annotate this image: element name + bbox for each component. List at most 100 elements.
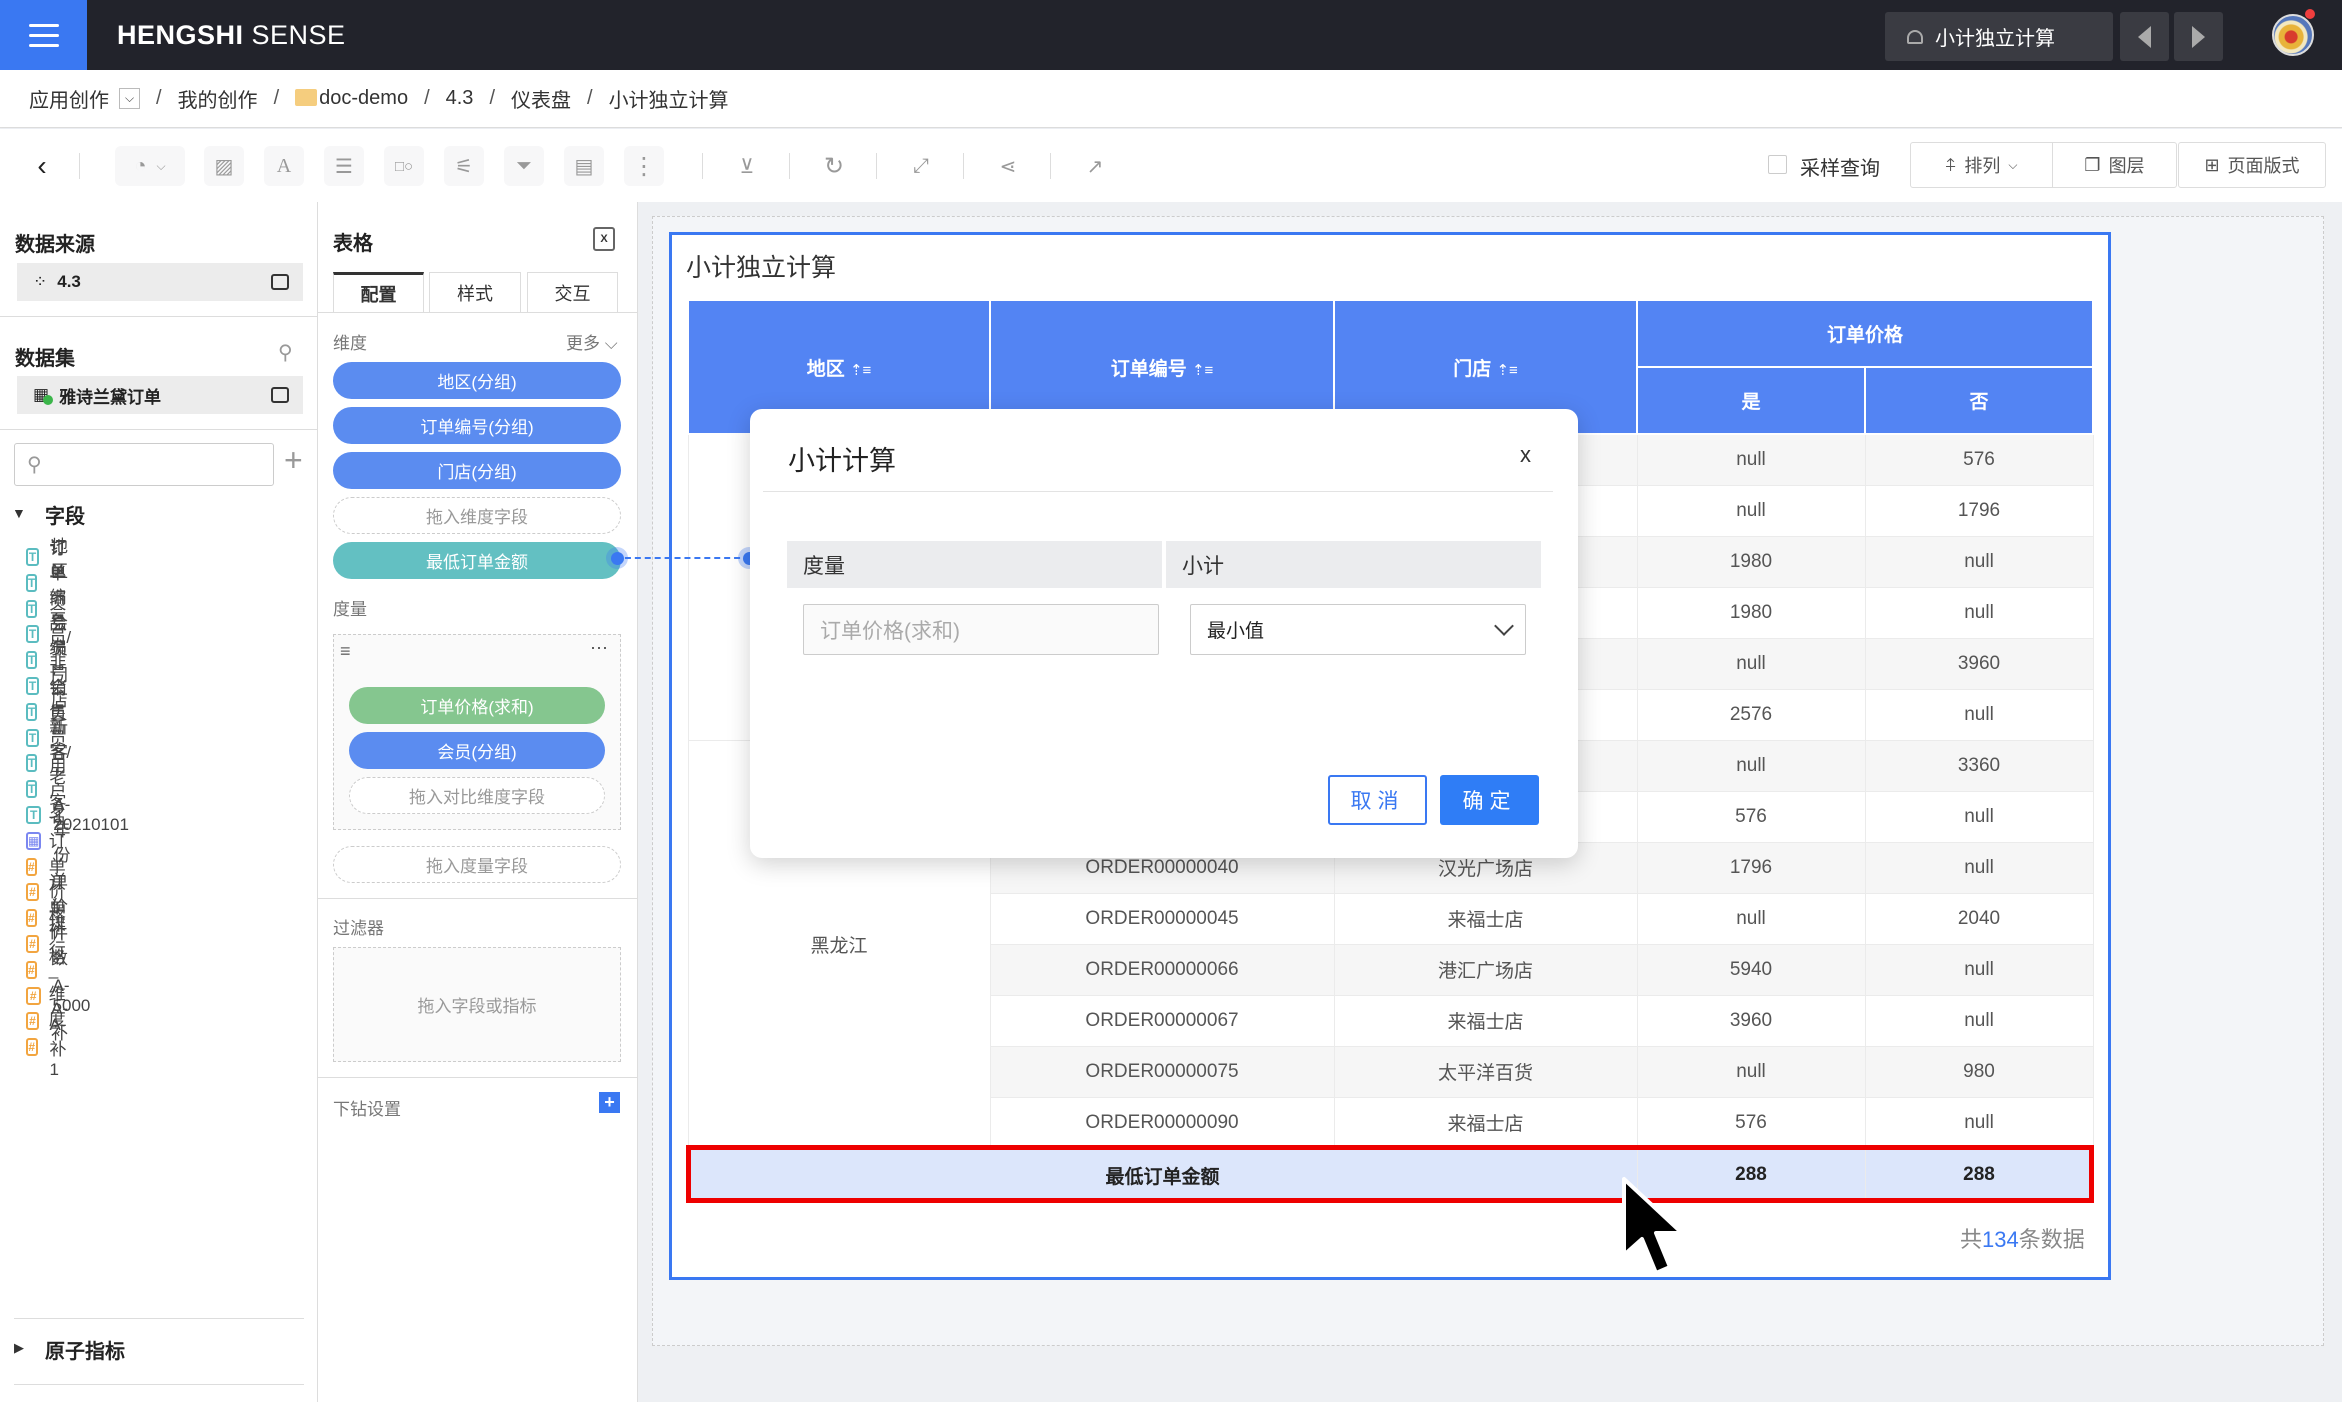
dimension-pill-region[interactable]: 地区(分组) <box>333 362 621 399</box>
close-icon[interactable]: x <box>1520 442 1531 468</box>
filter-add-icon[interactable]: ⏷ <box>504 146 544 186</box>
sort-icon[interactable]: ⇡≡ <box>850 362 871 379</box>
chevron-down-icon <box>1494 616 1514 636</box>
menu-button[interactable] <box>0 0 87 70</box>
add-drill-icon[interactable]: + <box>599 1092 620 1113</box>
cell-no: null <box>1864 688 2094 741</box>
fullscreen-icon[interactable]: ⤢ <box>901 146 941 186</box>
breadcrumb-separator: / <box>424 87 430 109</box>
arrange-label: 排列 <box>1964 156 2001 176</box>
filter-drop-label: 拖入字段或指标 <box>417 997 537 1016</box>
breadcrumb-dashboard[interactable]: 仪表盘 <box>511 84 571 113</box>
breadcrumb-folder[interactable]: doc-demo <box>295 87 408 110</box>
breadcrumb-root[interactable]: 应用创作 <box>29 84 109 113</box>
drag-handle-icon[interactable]: ≡ <box>340 641 351 662</box>
subtotal-method-select[interactable]: 最小值 <box>1190 604 1526 655</box>
filter-drop-zone[interactable]: 拖入字段或指标 <box>333 947 621 1062</box>
sort-icon[interactable]: ⇡≡ <box>1496 362 1517 379</box>
layers-label: 图层 <box>2108 156 2145 176</box>
switch-icon[interactable] <box>271 387 289 403</box>
more-vertical-icon[interactable]: ⋮ <box>624 146 664 186</box>
atomic-metrics-heading[interactable]: 原子指标 <box>45 1335 125 1364</box>
measure-pill-order-price[interactable]: 订单价格(求和) <box>349 687 605 724</box>
share-icon[interactable]: ⋖ <box>988 146 1028 186</box>
next-tab-button[interactable] <box>2174 12 2223 61</box>
page-style-label: 页面版式 <box>2227 156 2300 176</box>
datasource-item[interactable]: ⁘ 4.3 <box>17 263 303 301</box>
text-icon[interactable]: A <box>264 146 304 186</box>
cell-order: ORDER00000045 <box>989 892 1335 945</box>
confirm-button[interactable]: 确定 <box>1440 775 1539 825</box>
layers-icon: ❐ <box>2084 154 2101 175</box>
sample-query-checkbox[interactable] <box>1768 155 1787 174</box>
connector-start-handle[interactable] <box>606 547 628 569</box>
current-dashboard-tab[interactable]: 小计独立计算 <box>1885 12 2113 61</box>
prev-tab-button[interactable] <box>2120 12 2169 61</box>
cell-store: 来福士店 <box>1333 1096 1638 1149</box>
cell-yes: null <box>1636 637 1866 690</box>
search-icon[interactable]: ⚲ <box>278 340 293 365</box>
drop-compare-zone[interactable]: 拖入对比维度字段 <box>349 777 605 814</box>
dialog-col-measure: 度量 <box>787 541 1162 588</box>
container-icon[interactable]: ☰ <box>324 146 364 186</box>
toolbar-divider <box>876 153 877 179</box>
back-icon[interactable]: ‹ <box>22 146 62 186</box>
toolbar-divider <box>1050 153 1051 179</box>
add-chart-button[interactable]: ◔ ⌵ <box>115 146 185 186</box>
text-field-icon: T <box>26 573 38 592</box>
tab-config[interactable]: 配置 <box>333 272 424 312</box>
subtotal-pill[interactable]: 最低订单金额 <box>333 542 621 579</box>
refresh-icon[interactable]: ↻ <box>814 146 854 186</box>
cell-yes: null <box>1636 892 1866 945</box>
sample-query-label[interactable]: 采样查询 <box>1800 152 1880 181</box>
user-avatar[interactable] <box>2272 14 2314 56</box>
sort-icon[interactable]: ⇡≡ <box>1192 362 1213 379</box>
toolbar-divider <box>963 153 964 179</box>
add-field-icon[interactable]: + <box>284 442 303 479</box>
count-value: 134 <box>1982 1227 2019 1252</box>
switch-icon[interactable] <box>271 274 289 290</box>
layers-button[interactable]: ❐ 图层 <box>2052 142 2177 188</box>
layout-icon[interactable]: ▤ <box>564 146 604 186</box>
field-item[interactable]: # A-补1 <box>26 1015 73 1079</box>
shapes-icon[interactable]: □○ <box>384 146 424 186</box>
cell-no: null <box>1864 994 2094 1047</box>
drop-dimension-zone[interactable]: 拖入维度字段 <box>333 497 621 534</box>
toolbar-divider <box>79 153 80 179</box>
caret-down-icon[interactable]: ▼ <box>12 505 26 521</box>
drop-measure-zone[interactable]: 拖入度量字段 <box>333 846 621 883</box>
image-icon[interactable]: ▨ <box>204 146 244 186</box>
page-style-button[interactable]: ⊞ 页面版式 <box>2178 142 2326 188</box>
divider <box>14 1318 304 1319</box>
arrange-button[interactable]: ⍏ 排列 ⌵ <box>1910 142 2053 188</box>
cell-yes: null <box>1636 1045 1866 1098</box>
filter-control-icon[interactable]: ⚟ <box>444 146 484 186</box>
tab-style[interactable]: 样式 <box>429 272 521 312</box>
cancel-button[interactable]: 取消 <box>1328 775 1427 825</box>
folder-icon <box>295 89 318 106</box>
grid-icon: ⊞ <box>2204 154 2220 175</box>
export-icon[interactable]: ↗ <box>1075 146 1115 186</box>
excel-export-icon[interactable]: X <box>593 227 615 251</box>
count-suffix: 条数据 <box>2018 1227 2085 1252</box>
dimension-pill-store[interactable]: 门店(分组) <box>333 452 621 489</box>
dimension-pill-order-no[interactable]: 订单编号(分组) <box>333 407 621 444</box>
more-dropdown[interactable]: 更多 ⌵ <box>566 329 618 354</box>
caret-left-icon <box>2138 25 2151 48</box>
more-icon[interactable]: ··· <box>590 637 608 658</box>
field-item[interactable]: T A- 20210101 <box>26 795 132 834</box>
caret-right-icon[interactable]: ▶ <box>14 1340 24 1356</box>
chart-type-title: 表格 <box>333 233 373 255</box>
presentation-icon[interactable]: ⊻ <box>727 146 767 186</box>
dataset-name: 雅诗兰黛订单 <box>59 387 162 407</box>
field-search-input[interactable]: ⚲ <box>14 443 274 486</box>
tab-interaction[interactable]: 交互 <box>527 272 618 312</box>
dataset-item[interactable]: ▦ 雅诗兰黛订单 <box>17 376 303 414</box>
breadcrumb-current: 小计独立计算 <box>608 90 729 112</box>
data-panel: 数据来源 ⁘ 4.3 数据集 ⚲ ▦ 雅诗兰黛订单 ⚲ + ▼ 字段 T 地区 T 订单编… <box>0 202 318 1402</box>
header-region-label: 地区 <box>806 358 845 380</box>
breadcrumb-app[interactable]: 4.3 <box>446 87 474 110</box>
chevron-down-icon[interactable]: ⌵ <box>119 88 140 109</box>
breadcrumb-my-creations[interactable]: 我的创作 <box>178 84 258 113</box>
compare-dimension-pill[interactable]: 会员(分组) <box>349 732 605 769</box>
